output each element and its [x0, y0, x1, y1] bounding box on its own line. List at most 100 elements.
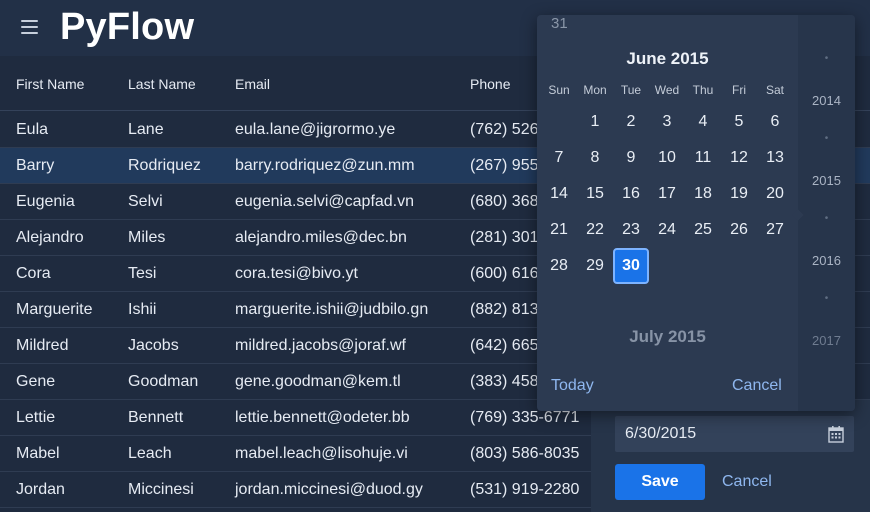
cell-last-name: Rodriquez: [128, 157, 201, 174]
day-cell[interactable]: 19: [721, 176, 757, 212]
cell-email: marguerite.ishii@judbilo.gn: [235, 301, 429, 318]
year-item[interactable]: 2014: [798, 93, 855, 108]
cell-last-name: Lane: [128, 121, 164, 138]
day-cell[interactable]: 24: [649, 212, 685, 248]
next-month-label: July 2015: [629, 327, 706, 346]
day-cell[interactable]: 18: [685, 176, 721, 212]
cell-phone: (600) 616: [470, 265, 539, 282]
day-cell[interactable]: 5: [721, 104, 757, 140]
year-tick: •: [824, 293, 829, 304]
cell-phone: (267) 955: [470, 157, 539, 174]
day-cell[interactable]: 10: [649, 140, 685, 176]
day-cell[interactable]: 6: [757, 104, 793, 140]
today-button[interactable]: Today: [551, 377, 594, 395]
cell-phone: (769) 335-6771: [470, 409, 580, 426]
day-cell[interactable]: 21: [541, 212, 577, 248]
cell-email: mildred.jacobs@joraf.wf: [235, 337, 406, 354]
column-header-phone[interactable]: Phone: [470, 76, 510, 92]
cell-first-name: Eugenia: [16, 193, 75, 210]
cell-first-name: Alejandro: [16, 229, 84, 246]
cancel-button[interactable]: Cancel: [722, 473, 772, 491]
cell-first-name: Eula: [16, 121, 49, 138]
day-cell[interactable]: 22: [577, 212, 613, 248]
previous-month-tail: 31: [551, 15, 568, 32]
day-cell[interactable]: 3: [649, 104, 685, 140]
cell-last-name: Ishii: [128, 301, 157, 318]
cell-phone: (281) 301: [470, 229, 539, 246]
day-cell[interactable]: 9: [613, 140, 649, 176]
day-cell[interactable]: 13: [757, 140, 793, 176]
cell-first-name: Cora: [16, 265, 51, 282]
day-cell[interactable]: 28: [541, 248, 577, 284]
weekday-label: Mon: [583, 83, 607, 97]
weekday-label: Sun: [548, 83, 570, 97]
picker-cancel-button[interactable]: Cancel: [732, 377, 782, 395]
day-cell[interactable]: 11: [685, 140, 721, 176]
day-cell[interactable]: 26: [721, 212, 757, 248]
day-cell[interactable]: 29: [577, 248, 613, 284]
cell-first-name: Mildred: [16, 337, 69, 354]
year-tick: •: [824, 213, 829, 224]
cell-phone: (642) 665: [470, 337, 539, 354]
cell-first-name: Gene: [16, 373, 56, 390]
cell-first-name: Lettie: [16, 409, 56, 426]
cell-email: gene.goodman@kem.tl: [235, 373, 401, 390]
day-cell[interactable]: 2: [613, 104, 649, 140]
day-cell[interactable]: 16: [613, 176, 649, 212]
cell-phone: (882) 813: [470, 301, 539, 318]
cell-email: eula.lane@jigrormo.ye: [235, 121, 396, 138]
cell-last-name: Goodman: [128, 373, 199, 390]
hamburger-menu-icon[interactable]: [21, 20, 38, 34]
year-item[interactable]: 2017: [798, 333, 855, 348]
cell-email: jordan.miccinesi@duod.gy: [235, 481, 423, 498]
cell-last-name: Miccinesi: [128, 481, 194, 498]
day-cell[interactable]: 7: [541, 140, 577, 176]
day-cell[interactable]: 1: [577, 104, 613, 140]
day-cell-selected[interactable]: 30: [613, 248, 649, 284]
weekday-label: Thu: [692, 83, 714, 97]
day-cell[interactable]: 25: [685, 212, 721, 248]
cell-phone: (531) 919-2280: [470, 481, 580, 498]
cell-first-name: Mabel: [16, 445, 60, 462]
weekday-label: Wed: [654, 83, 680, 97]
app-title: PyFlow: [60, 6, 195, 48]
cell-phone: (803) 586-8035: [470, 445, 580, 462]
cell-email: alejandro.miles@dec.bn: [235, 229, 407, 246]
day-cell[interactable]: 20: [757, 176, 793, 212]
cell-last-name: Jacobs: [128, 337, 179, 354]
cell-first-name: Barry: [16, 157, 55, 174]
year-item[interactable]: 2016: [798, 253, 855, 268]
column-header-first-name[interactable]: First Name: [16, 76, 84, 92]
calendar-icon[interactable]: [828, 425, 844, 443]
cell-last-name: Miles: [128, 229, 166, 246]
cell-email: barry.rodriquez@zun.mm: [235, 157, 415, 174]
day-cell[interactable]: 17: [649, 176, 685, 212]
weekday-label: Sat: [765, 83, 784, 97]
day-cell[interactable]: 23: [613, 212, 649, 248]
year-item[interactable]: 2015: [798, 173, 855, 188]
day-cell[interactable]: 15: [577, 176, 613, 212]
cell-phone: (680) 368: [470, 193, 539, 210]
year-scroller[interactable]: • 2014 • 2015 • 2016 • 2017: [798, 15, 855, 411]
day-cell[interactable]: 27: [757, 212, 793, 248]
cell-email: eugenia.selvi@capfad.vn: [235, 193, 415, 210]
day-cell[interactable]: 8: [577, 140, 613, 176]
save-button[interactable]: Save: [615, 464, 705, 500]
weekday-label: Fri: [732, 83, 746, 97]
day-cell[interactable]: 14: [541, 176, 577, 212]
day-cell[interactable]: 12: [721, 140, 757, 176]
cell-email: mabel.leach@lisohuje.vi: [235, 445, 408, 462]
cell-phone: (383) 458: [470, 373, 539, 390]
cell-last-name: Selvi: [128, 193, 163, 210]
column-header-last-name[interactable]: Last Name: [128, 76, 196, 92]
date-field[interactable]: 6/30/2015: [615, 416, 854, 452]
cell-email: cora.tesi@bivo.yt: [235, 265, 358, 282]
cell-last-name: Leach: [128, 445, 172, 462]
month-title: June 2015: [626, 49, 709, 68]
column-header-email[interactable]: Email: [235, 76, 270, 92]
cell-first-name: Marguerite: [16, 301, 93, 318]
day-cell[interactable]: 4: [685, 104, 721, 140]
weekday-label: Tue: [620, 83, 642, 97]
cell-phone: (762) 526: [470, 121, 539, 138]
date-field-value: 6/30/2015: [625, 425, 697, 442]
